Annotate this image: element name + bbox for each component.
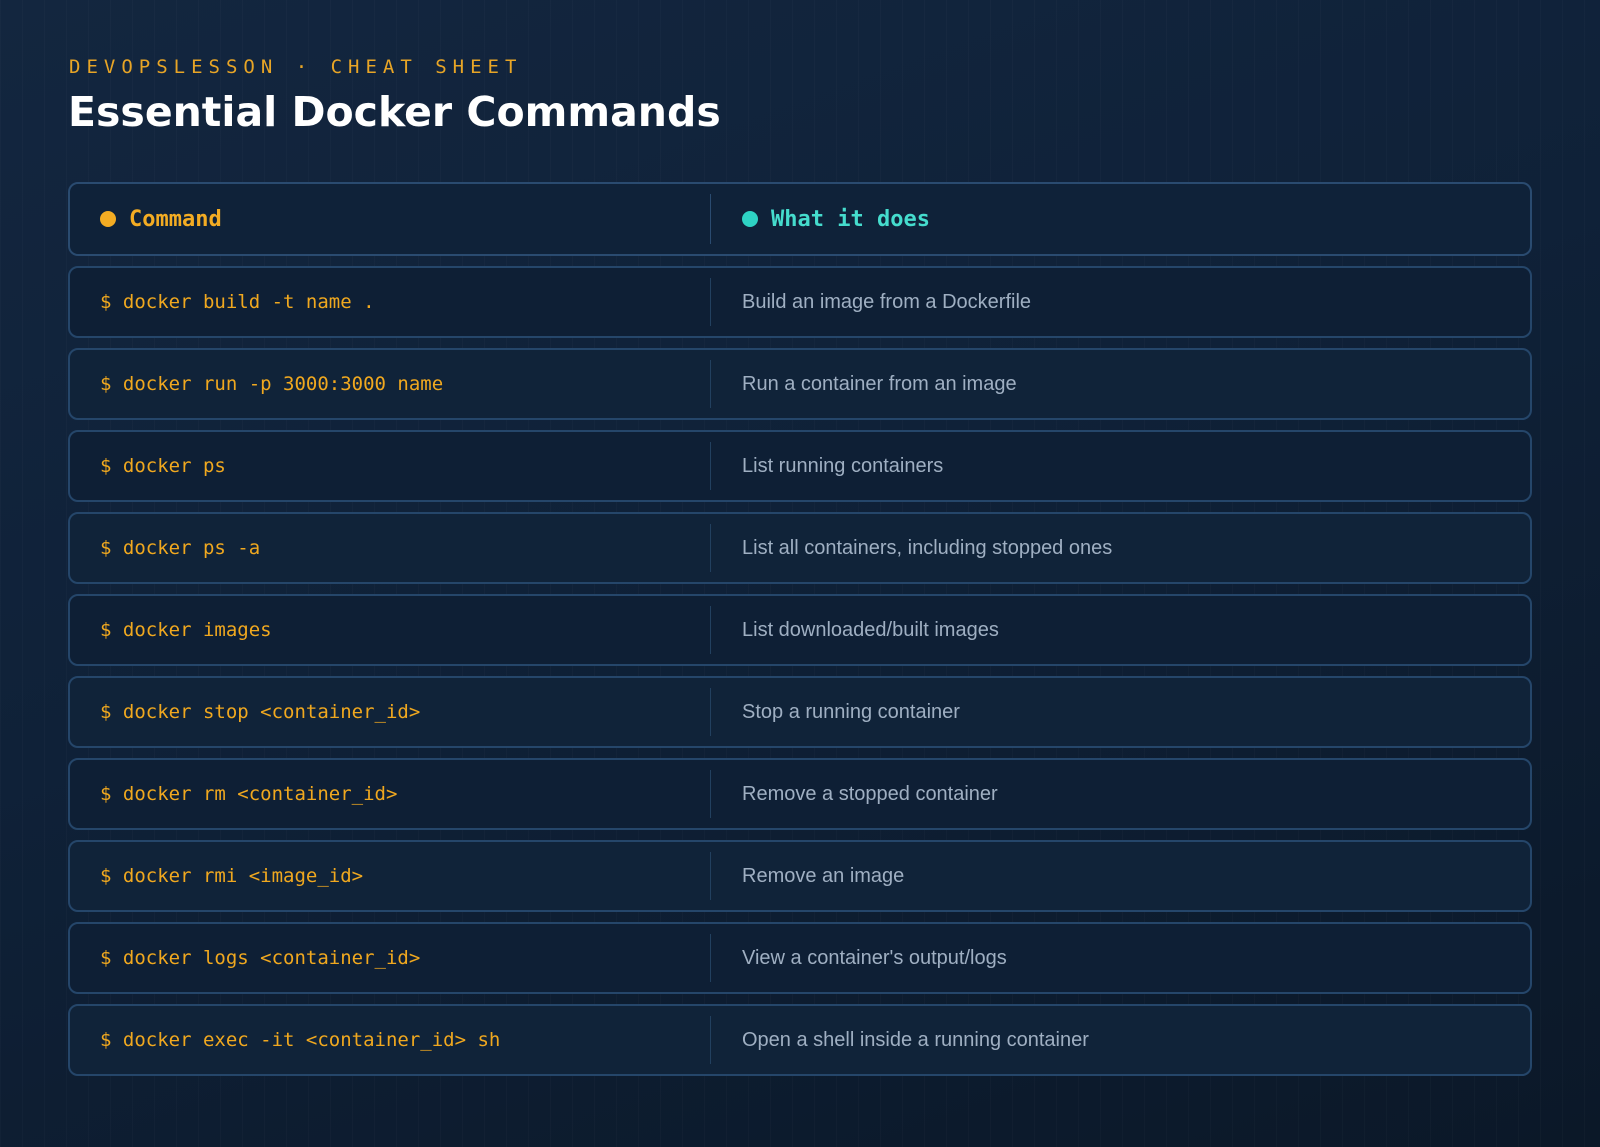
table-row: $ docker build -t name . Build an image … <box>68 266 1532 338</box>
amber-dot-icon <box>100 211 116 227</box>
table-row: $ docker images List downloaded/built im… <box>68 594 1532 666</box>
description-text: Remove a stopped container <box>742 782 998 805</box>
column-divider <box>710 524 711 572</box>
column-divider <box>710 688 711 736</box>
teal-dot-icon <box>742 211 758 227</box>
column-divider <box>710 770 711 818</box>
column-divider <box>710 194 711 244</box>
column-divider <box>710 278 711 326</box>
page-title: Essential Docker Commands <box>68 88 721 136</box>
command-text: $ docker ps -a <box>100 537 261 559</box>
command-text: $ docker rm <container_id> <box>100 783 398 805</box>
column-divider <box>710 360 711 408</box>
command-text: $ docker run -p 3000:3000 name <box>100 373 444 395</box>
table-row: $ docker logs <container_id> View a cont… <box>68 922 1532 994</box>
table-row: $ docker stop <container_id> Stop a runn… <box>68 676 1532 748</box>
column-divider <box>710 442 711 490</box>
column-divider <box>710 1016 711 1064</box>
header-cell-command: Command <box>70 184 710 254</box>
column-divider <box>710 852 711 900</box>
table-row: $ docker ps List running containers <box>68 430 1532 502</box>
table-row: $ docker exec -it <container_id> sh Open… <box>68 1004 1532 1076</box>
description-text: List running containers <box>742 454 944 477</box>
command-text: $ docker build -t name . <box>100 291 375 313</box>
table-row: $ docker run -p 3000:3000 name Run a con… <box>68 348 1532 420</box>
table-row: $ docker rmi <image_id> Remove an image <box>68 840 1532 912</box>
description-text: List all containers, including stopped o… <box>742 536 1113 559</box>
header-cell-description: What it does <box>710 184 1530 254</box>
table-header-row: Command What it does <box>68 182 1532 256</box>
table-row: $ docker rm <container_id> Remove a stop… <box>68 758 1532 830</box>
command-text: $ docker rmi <image_id> <box>100 865 364 887</box>
description-text: Build an image from a Dockerfile <box>742 290 1032 313</box>
command-text: $ docker logs <container_id> <box>100 947 421 969</box>
description-text: Run a container from an image <box>742 372 1017 395</box>
description-text: Remove an image <box>742 864 905 887</box>
description-text: View a container's output/logs <box>742 946 1007 969</box>
description-text: Open a shell inside a running container <box>742 1028 1089 1051</box>
description-text: List downloaded/built images <box>742 618 999 641</box>
command-text: $ docker ps <box>100 455 226 477</box>
column-header-command: Command <box>129 206 222 232</box>
column-divider <box>710 934 711 982</box>
command-text: $ docker images <box>100 619 272 641</box>
description-text: Stop a running container <box>742 700 960 723</box>
command-text: $ docker stop <container_id> <box>100 701 421 723</box>
column-header-description: What it does <box>771 206 930 232</box>
kicker-label: DEVOPSLESSON · CHEAT SHEET <box>69 56 523 78</box>
commands-table: Command What it does $ docker build -t n… <box>68 182 1532 1086</box>
command-text: $ docker exec -it <container_id> sh <box>100 1029 501 1051</box>
table-row: $ docker ps -a List all containers, incl… <box>68 512 1532 584</box>
column-divider <box>710 606 711 654</box>
